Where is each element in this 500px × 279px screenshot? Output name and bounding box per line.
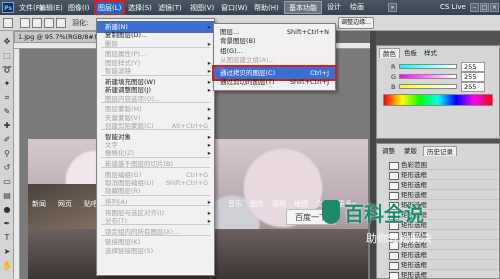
workspace-menu-icon[interactable]: » xyxy=(388,3,397,12)
hand-tool-icon[interactable]: ✋ xyxy=(2,261,12,271)
history-state-item[interactable]: 矩形选框 xyxy=(387,170,499,180)
menu-separator xyxy=(218,64,331,66)
canvas-caption: 图片 xyxy=(250,200,264,208)
type-tool-icon[interactable]: T xyxy=(2,233,12,243)
menu-view[interactable]: 视图(V) xyxy=(188,2,216,14)
magic-wand-icon[interactable]: ✦ xyxy=(2,79,12,89)
history-brush-icon[interactable]: ↺ xyxy=(2,163,12,173)
blue-slider[interactable]: B 255 xyxy=(391,82,489,92)
tab-styles[interactable]: 样式 xyxy=(421,48,440,58)
menu-item-label: 从图层建立组(A)... xyxy=(220,56,275,65)
toolbox: ✥ ⬚ ➰ ✦ ⌗ ✎ ✚ ✐ ⚲ ↺ ▭ ▤ ● ✒ T ➤ ✋ xyxy=(0,31,14,279)
eyedropper-icon[interactable]: ✎ xyxy=(2,107,12,117)
new-submenu: 图层... Shift+Ctrl+N 背景图层(B) 组(G)... 从图层建立组(A)… xyxy=(212,23,337,91)
tab-history[interactable]: 历史记录 xyxy=(423,146,457,156)
canvas-caption: 网页 xyxy=(58,200,72,208)
watermark-slogan: 助你轻松解决 xyxy=(366,232,432,245)
menu-item[interactable]: 选择链接图层(S) xyxy=(97,245,214,257)
blur-tool-icon[interactable]: ● xyxy=(2,205,12,215)
menu-item-label: 选择链接图层(S) xyxy=(105,246,154,255)
canvas-caption: 新闻 xyxy=(32,200,46,208)
watermark-logo-icon xyxy=(322,200,340,224)
tab-masks[interactable]: 蒙版 xyxy=(401,146,420,156)
tab-adjustments[interactable]: 调整 xyxy=(379,146,398,156)
green-value-field[interactable]: 255 xyxy=(461,72,485,82)
crop-tool-icon[interactable]: ⌗ xyxy=(2,93,12,103)
intersect-selection-icon[interactable] xyxy=(56,18,66,28)
gradient-tool-icon[interactable]: ▤ xyxy=(2,191,12,201)
color-panel: 颜色 色板 样式 R 255 G 255 B 255 xyxy=(376,45,500,139)
menu-image[interactable]: 图像(I) xyxy=(66,2,92,14)
subtract-selection-icon[interactable] xyxy=(44,18,54,28)
menu-select[interactable]: 选择(S) xyxy=(126,2,154,14)
menu-bar: Ps 文件(F) 编辑(E) 图像(I) 图层(L) 选择(S) 滤镜(T) 视… xyxy=(0,0,500,16)
eraser-icon[interactable]: ▭ xyxy=(2,177,12,187)
move-tool-icon[interactable]: ✥ xyxy=(2,37,12,47)
brush-tool-icon[interactable]: ✐ xyxy=(2,135,12,145)
feather-label: 羽化: xyxy=(72,19,89,27)
blue-slider-track[interactable] xyxy=(399,84,457,89)
canvas-caption: 地图 xyxy=(294,200,308,208)
maximize-icon[interactable]: □ xyxy=(480,3,489,12)
tab-color[interactable]: 颜色 xyxy=(379,48,400,58)
menu-edit[interactable]: 编辑(E) xyxy=(37,2,65,14)
workspace-essentials[interactable]: 基本功能 xyxy=(284,1,322,14)
marquee-tool-preset-icon[interactable] xyxy=(3,18,13,28)
blue-value-field[interactable]: 255 xyxy=(461,82,485,92)
green-slider-track[interactable] xyxy=(399,74,457,79)
canvas-caption: 视频 xyxy=(272,200,286,208)
new-selection-icon[interactable] xyxy=(20,18,30,28)
cs-live-button[interactable]: CS Live xyxy=(440,2,466,13)
minimize-icon[interactable]: – xyxy=(470,3,479,12)
menu-item-label: 通过剪切的图层(T) xyxy=(220,78,275,86)
red-channel-label: R xyxy=(391,63,396,71)
tab-swatches[interactable]: 色板 xyxy=(401,48,420,58)
lasso-tool-icon[interactable]: ➰ xyxy=(2,65,12,75)
clone-stamp-icon[interactable]: ⚲ xyxy=(2,149,12,159)
healing-brush-icon[interactable]: ✚ xyxy=(2,121,12,131)
history-state-item[interactable]: 矩形选框 xyxy=(387,270,499,279)
history-state-item[interactable]: 矩形选框 xyxy=(387,180,499,190)
add-selection-icon[interactable] xyxy=(32,18,42,28)
menu-help[interactable]: 帮助(H) xyxy=(252,2,281,14)
canvas-caption: 音乐 xyxy=(228,200,242,208)
color-spectrum-bar[interactable] xyxy=(383,94,493,106)
workspace-design[interactable]: 设计 xyxy=(323,1,345,14)
marquee-tool-icon[interactable]: ⬚ xyxy=(2,51,12,61)
menu-item[interactable]: 通过剪切的图层(T) Shift+Ctrl+J xyxy=(214,76,335,88)
photoshop-logo: Ps xyxy=(2,2,14,13)
green-slider[interactable]: G 255 xyxy=(391,72,489,82)
menu-window[interactable]: 窗口(W) xyxy=(219,2,249,14)
history-state-item[interactable]: 矩形选框 xyxy=(387,260,499,270)
red-slider[interactable]: R 255 xyxy=(391,62,489,72)
refine-edge-button[interactable]: 调整边缘... xyxy=(338,17,374,29)
workspace-painting[interactable]: 绘画 xyxy=(346,1,368,14)
watermark-brand: 百科全说 xyxy=(344,202,424,226)
watermark: 百科全说 助你轻松解决 xyxy=(322,198,486,258)
menu-item-shortcut: Shift+Ctrl+J xyxy=(289,78,329,86)
menu-layer[interactable]: 图层(L) xyxy=(93,0,126,16)
red-slider-track[interactable] xyxy=(399,64,457,69)
green-channel-label: G xyxy=(391,73,397,81)
pen-tool-icon[interactable]: ✒ xyxy=(2,219,12,229)
red-value-field[interactable]: 255 xyxy=(461,62,485,72)
layer-menu-dropdown: 新建(N) ▸ 复制图层(D)... 删除 ▸ 图层属性(P)... 图层样式(Y) ▸ 智能滤… xyxy=(96,18,215,276)
blue-channel-label: B xyxy=(391,83,396,91)
close-icon[interactable]: × xyxy=(490,3,499,12)
menu-filter[interactable]: 滤镜(T) xyxy=(156,2,184,14)
path-select-icon[interactable]: ➤ xyxy=(2,247,12,257)
history-state-item[interactable]: 色彩范围 xyxy=(387,160,499,170)
